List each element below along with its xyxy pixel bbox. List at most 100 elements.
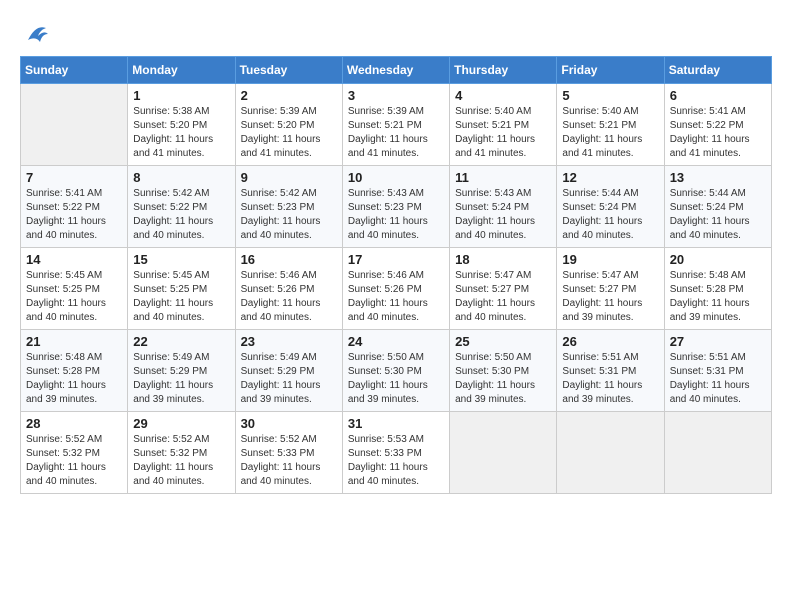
day-number: 20 — [670, 252, 766, 267]
day-number: 26 — [562, 334, 658, 349]
calendar-cell: 12 Sunrise: 5:44 AM Sunset: 5:24 PM Dayli… — [557, 166, 664, 248]
calendar-cell — [664, 412, 771, 494]
calendar-cell: 7 Sunrise: 5:41 AM Sunset: 5:22 PM Daylig… — [21, 166, 128, 248]
day-number: 4 — [455, 88, 551, 103]
day-number: 8 — [133, 170, 229, 185]
day-info: Sunrise: 5:50 AM Sunset: 5:30 PM Dayligh… — [348, 351, 444, 407]
calendar-cell: 31Sunrise: 5:53 AM Sunset: 5:33 PM Dayli… — [342, 412, 449, 494]
day-number: 7 — [26, 170, 122, 185]
day-number: 16 — [241, 252, 337, 267]
day-info: Sunrise: 5:45 AM Sunset: 5:25 PM Dayligh… — [26, 269, 122, 325]
calendar-cell: 23 Sunrise: 5:49 AM Sunset: 5:29 PM Dayli… — [235, 330, 342, 412]
day-number: 5 — [562, 88, 658, 103]
calendar-cell: 30 Sunrise: 5:52 AM Sunset: 5:33 PM Dayli… — [235, 412, 342, 494]
day-info: Sunrise: 5:47 AM Sunset: 5:27 PM Dayligh… — [455, 269, 551, 325]
day-info: Sunrise: 5:44 AM Sunset: 5:24 PM Dayligh… — [670, 187, 766, 243]
day-info: Sunrise: 5:49 AM Sunset: 5:29 PM Dayligh… — [241, 351, 337, 407]
calendar-cell: 9Sunrise: 5:42 AM Sunset: 5:23 PM Daylig… — [235, 166, 342, 248]
day-info: Sunrise: 5:42 AM Sunset: 5:23 PM Dayligh… — [241, 187, 337, 243]
day-info: Sunrise: 5:48 AM Sunset: 5:28 PM Dayligh… — [670, 269, 766, 325]
calendar-cell: 16Sunrise: 5:46 AM Sunset: 5:26 PM Dayli… — [235, 248, 342, 330]
calendar-cell: 27 Sunrise: 5:51 AM Sunset: 5:31 PM Dayli… — [664, 330, 771, 412]
calendar-cell: 19 Sunrise: 5:47 AM Sunset: 5:27 PM Dayli… — [557, 248, 664, 330]
day-info: Sunrise: 5:43 AM Sunset: 5:24 PM Dayligh… — [455, 187, 551, 243]
calendar-cell: 8 Sunrise: 5:42 AM Sunset: 5:22 PM Daylig… — [128, 166, 235, 248]
day-number: 15 — [133, 252, 229, 267]
calendar-cell — [450, 412, 557, 494]
day-number: 29 — [133, 416, 229, 431]
calendar-cell: 22Sunrise: 5:49 AM Sunset: 5:29 PM Dayli… — [128, 330, 235, 412]
weekday-header-wednesday: Wednesday — [342, 57, 449, 84]
day-number: 23 — [241, 334, 337, 349]
day-info: Sunrise: 5:41 AM Sunset: 5:22 PM Dayligh… — [670, 105, 766, 161]
day-number: 12 — [562, 170, 658, 185]
day-number: 10 — [348, 170, 444, 185]
calendar-cell: 29 Sunrise: 5:52 AM Sunset: 5:32 PM Dayli… — [128, 412, 235, 494]
weekday-header-friday: Friday — [557, 57, 664, 84]
calendar-cell: 5Sunrise: 5:40 AM Sunset: 5:21 PM Daylig… — [557, 84, 664, 166]
day-info: Sunrise: 5:52 AM Sunset: 5:33 PM Dayligh… — [241, 433, 337, 489]
day-info: Sunrise: 5:49 AM Sunset: 5:29 PM Dayligh… — [133, 351, 229, 407]
day-number: 17 — [348, 252, 444, 267]
calendar-cell: 10 Sunrise: 5:43 AM Sunset: 5:23 PM Dayli… — [342, 166, 449, 248]
day-number: 6 — [670, 88, 766, 103]
calendar-cell — [21, 84, 128, 166]
day-number: 25 — [455, 334, 551, 349]
day-info: Sunrise: 5:47 AM Sunset: 5:27 PM Dayligh… — [562, 269, 658, 325]
day-number: 11 — [455, 170, 551, 185]
day-info: Sunrise: 5:44 AM Sunset: 5:24 PM Dayligh… — [562, 187, 658, 243]
weekday-header-tuesday: Tuesday — [235, 57, 342, 84]
day-info: Sunrise: 5:39 AM Sunset: 5:21 PM Dayligh… — [348, 105, 444, 161]
day-number: 31 — [348, 416, 444, 431]
calendar-cell: 15 Sunrise: 5:45 AM Sunset: 5:25 PM Dayli… — [128, 248, 235, 330]
calendar-table: SundayMondayTuesdayWednesdayThursdayFrid… — [20, 56, 772, 494]
logo-icon — [22, 20, 50, 48]
day-number: 14 — [26, 252, 122, 267]
calendar-cell: 1 Sunrise: 5:38 AM Sunset: 5:20 PM Daylig… — [128, 84, 235, 166]
day-info: Sunrise: 5:43 AM Sunset: 5:23 PM Dayligh… — [348, 187, 444, 243]
calendar-cell: 4 Sunrise: 5:40 AM Sunset: 5:21 PM Daylig… — [450, 84, 557, 166]
day-info: Sunrise: 5:48 AM Sunset: 5:28 PM Dayligh… — [26, 351, 122, 407]
calendar-week-row: 28 Sunrise: 5:52 AM Sunset: 5:32 PM Dayli… — [21, 412, 772, 494]
calendar-cell: 17 Sunrise: 5:46 AM Sunset: 5:26 PM Dayli… — [342, 248, 449, 330]
day-info: Sunrise: 5:50 AM Sunset: 5:30 PM Dayligh… — [455, 351, 551, 407]
day-info: Sunrise: 5:51 AM Sunset: 5:31 PM Dayligh… — [670, 351, 766, 407]
day-number: 1 — [133, 88, 229, 103]
calendar-cell: 26Sunrise: 5:51 AM Sunset: 5:31 PM Dayli… — [557, 330, 664, 412]
day-info: Sunrise: 5:40 AM Sunset: 5:21 PM Dayligh… — [455, 105, 551, 161]
day-number: 3 — [348, 88, 444, 103]
day-info: Sunrise: 5:38 AM Sunset: 5:20 PM Dayligh… — [133, 105, 229, 161]
day-number: 27 — [670, 334, 766, 349]
day-number: 2 — [241, 88, 337, 103]
day-info: Sunrise: 5:52 AM Sunset: 5:32 PM Dayligh… — [133, 433, 229, 489]
calendar-cell: 25 Sunrise: 5:50 AM Sunset: 5:30 PM Dayli… — [450, 330, 557, 412]
day-number: 21 — [26, 334, 122, 349]
day-number: 28 — [26, 416, 122, 431]
weekday-header-monday: Monday — [128, 57, 235, 84]
day-info: Sunrise: 5:39 AM Sunset: 5:20 PM Dayligh… — [241, 105, 337, 161]
day-number: 13 — [670, 170, 766, 185]
day-number: 18 — [455, 252, 551, 267]
day-number: 24 — [348, 334, 444, 349]
weekday-header-sunday: Sunday — [21, 57, 128, 84]
calendar-cell: 3 Sunrise: 5:39 AM Sunset: 5:21 PM Daylig… — [342, 84, 449, 166]
calendar-cell: 20 Sunrise: 5:48 AM Sunset: 5:28 PM Dayli… — [664, 248, 771, 330]
calendar-cell: 13 Sunrise: 5:44 AM Sunset: 5:24 PM Dayli… — [664, 166, 771, 248]
day-info: Sunrise: 5:46 AM Sunset: 5:26 PM Dayligh… — [348, 269, 444, 325]
weekday-header-thursday: Thursday — [450, 57, 557, 84]
page-header — [20, 20, 772, 48]
calendar-cell — [557, 412, 664, 494]
day-info: Sunrise: 5:45 AM Sunset: 5:25 PM Dayligh… — [133, 269, 229, 325]
calendar-cell: 11 Sunrise: 5:43 AM Sunset: 5:24 PM Dayli… — [450, 166, 557, 248]
weekday-header-saturday: Saturday — [664, 57, 771, 84]
calendar-cell: 6 Sunrise: 5:41 AM Sunset: 5:22 PM Daylig… — [664, 84, 771, 166]
day-info: Sunrise: 5:52 AM Sunset: 5:32 PM Dayligh… — [26, 433, 122, 489]
calendar-week-row: 21 Sunrise: 5:48 AM Sunset: 5:28 PM Dayli… — [21, 330, 772, 412]
day-info: Sunrise: 5:41 AM Sunset: 5:22 PM Dayligh… — [26, 187, 122, 243]
weekday-header-row: SundayMondayTuesdayWednesdayThursdayFrid… — [21, 57, 772, 84]
day-number: 30 — [241, 416, 337, 431]
day-info: Sunrise: 5:42 AM Sunset: 5:22 PM Dayligh… — [133, 187, 229, 243]
calendar-cell: 14 Sunrise: 5:45 AM Sunset: 5:25 PM Dayli… — [21, 248, 128, 330]
day-number: 19 — [562, 252, 658, 267]
calendar-cell: 18 Sunrise: 5:47 AM Sunset: 5:27 PM Dayli… — [450, 248, 557, 330]
